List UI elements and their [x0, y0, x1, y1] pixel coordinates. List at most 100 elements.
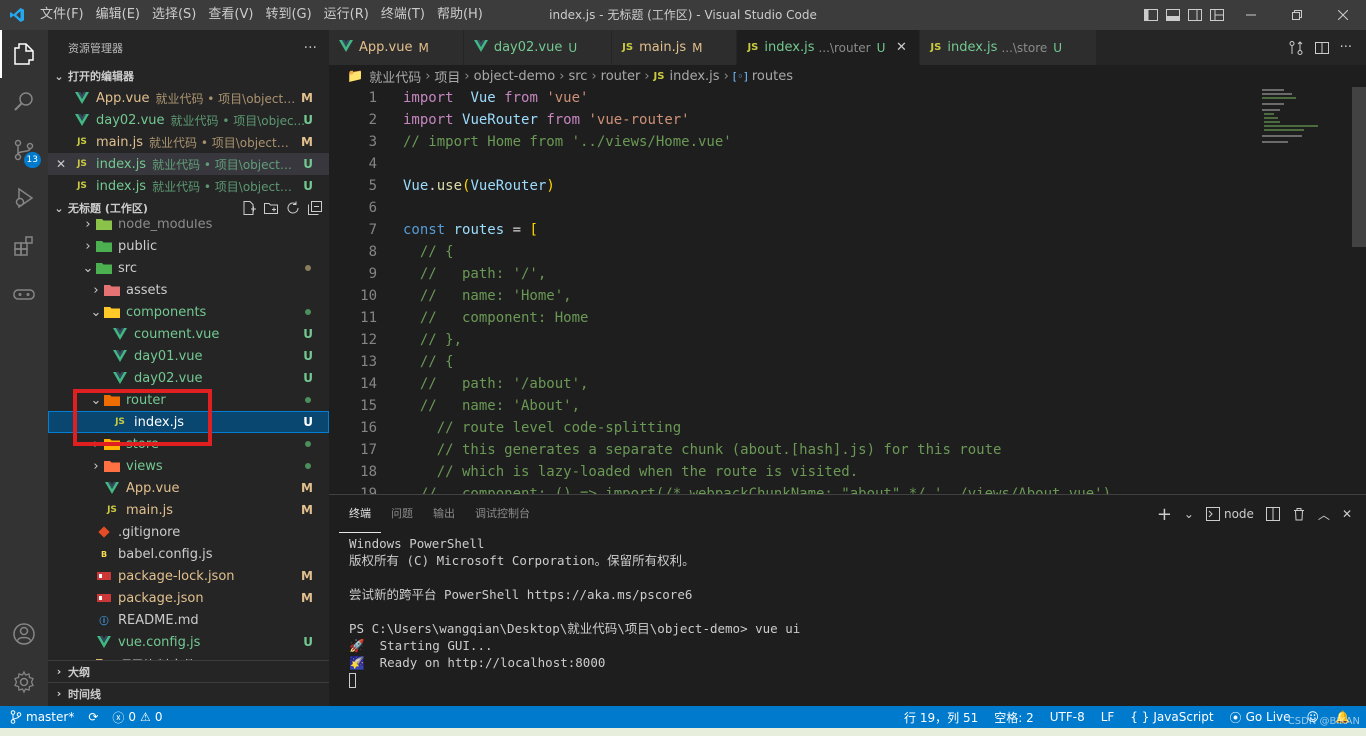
menu-run[interactable]: 运行(R): [318, 0, 375, 30]
code-line[interactable]: [403, 153, 1111, 175]
menu-selection[interactable]: 选择(S): [146, 0, 202, 30]
terminal-shell-selector[interactable]: node: [1205, 507, 1254, 521]
cursor-position[interactable]: 行 19，列 51: [904, 709, 978, 726]
tab-output[interactable]: 输出: [423, 495, 465, 533]
run-debug-icon[interactable]: [0, 174, 48, 222]
tree-folder[interactable]: › node_modules: [48, 219, 329, 235]
sync-icon[interactable]: ⟳: [88, 710, 98, 724]
tree-file[interactable]: coument.vue U: [48, 323, 329, 345]
open-editor-item[interactable]: App.vue 就业代码 • 项目\object-... M: [48, 87, 329, 109]
more-actions-icon[interactable]: ···: [304, 40, 317, 56]
open-changes-icon[interactable]: [1288, 40, 1304, 56]
tree-folder[interactable]: ⌄ components: [48, 301, 329, 323]
tree-file[interactable]: ⓘ README.md: [48, 609, 329, 631]
breadcrumb-item[interactable]: 就业代码: [369, 67, 421, 86]
source-control-icon[interactable]: 13: [0, 126, 48, 174]
tree-folder[interactable]: › assets: [48, 279, 329, 301]
menu-file[interactable]: 文件(F): [34, 0, 90, 30]
editor-tab[interactable]: JS main.js M: [612, 30, 738, 65]
language-mode[interactable]: { } JavaScript: [1130, 710, 1213, 724]
extensions-icon[interactable]: [0, 222, 48, 270]
close-window-icon[interactable]: [1320, 0, 1366, 30]
kill-terminal-trash-icon[interactable]: [1292, 507, 1306, 521]
tree-folder[interactable]: ⌄ src: [48, 257, 329, 279]
code-line[interactable]: Vue.use(VueRouter): [403, 175, 1111, 197]
code-line[interactable]: // {: [403, 241, 1111, 263]
tab-terminal[interactable]: 终端: [339, 495, 381, 533]
editor-tab[interactable]: JS index.js ...\router U ✕: [737, 30, 921, 65]
code-line[interactable]: // route level code-splitting: [403, 417, 1111, 439]
go-live-button[interactable]: ⦿ Go Live: [1230, 709, 1291, 726]
encoding[interactable]: UTF-8: [1050, 710, 1085, 724]
tree-folder[interactable]: ›项目资料文件: [48, 653, 329, 660]
minimap[interactable]: [1262, 87, 1352, 147]
code-line[interactable]: import VueRouter from 'vue-router': [403, 109, 1111, 131]
tree-folder[interactable]: ⌄ router: [48, 389, 329, 411]
code-line[interactable]: [403, 197, 1111, 219]
editor-tab[interactable]: day02.vue U: [463, 30, 613, 65]
code-line[interactable]: // import Home from '../views/Home.vue': [403, 131, 1111, 153]
open-editor-item[interactable]: day02.vue 就业代码 • 项目\objec... U: [48, 109, 329, 131]
search-icon[interactable]: [0, 78, 48, 126]
menu-terminal[interactable]: 终端(T): [375, 0, 431, 30]
toggle-secondary-sidebar-icon[interactable]: [1184, 0, 1206, 30]
remote-explorer-icon[interactable]: [0, 270, 48, 318]
editor-tab[interactable]: JS index.js ...\store U: [920, 30, 1098, 65]
code-line[interactable]: // {: [403, 351, 1111, 373]
breadcrumb-item[interactable]: index.js: [669, 69, 719, 84]
open-editor-item[interactable]: JS main.js 就业代码 • 项目\object-d... M: [48, 131, 329, 153]
close-tab-icon[interactable]: ✕: [893, 40, 909, 55]
toggle-panel-icon[interactable]: [1162, 0, 1184, 30]
refresh-icon[interactable]: [285, 200, 301, 216]
branch-status[interactable]: master*: [10, 710, 74, 724]
menu-go[interactable]: 转到(G): [259, 0, 317, 30]
breadcrumb-item[interactable]: router: [601, 69, 641, 84]
tab-problems[interactable]: 问题: [381, 495, 423, 533]
tab-debug-console[interactable]: 调试控制台: [465, 495, 540, 533]
open-editor-item[interactable]: JS index.js 就业代码 • 项目\object-d... U: [48, 175, 329, 197]
outline-header[interactable]: › 大纲: [48, 660, 329, 682]
code-line[interactable]: // name: 'Home',: [403, 285, 1111, 307]
chevron-down-icon[interactable]: ⌄: [1184, 507, 1194, 521]
breadcrumb-item[interactable]: routes: [752, 69, 793, 84]
explorer-icon[interactable]: [0, 30, 48, 78]
breadcrumb-item[interactable]: src: [568, 69, 587, 84]
menu-edit[interactable]: 编辑(E): [90, 0, 146, 30]
new-folder-icon[interactable]: [263, 200, 279, 216]
open-editors-header[interactable]: ⌄ 打开的编辑器: [48, 65, 329, 87]
breadcrumb-item[interactable]: object-demo: [474, 69, 556, 84]
code-line[interactable]: const routes = [: [403, 219, 1111, 241]
settings-gear-icon[interactable]: [0, 658, 48, 706]
code-line[interactable]: // path: '/about',: [403, 373, 1111, 395]
new-file-icon[interactable]: [241, 200, 257, 216]
editor-tab[interactable]: App.vue M: [329, 30, 464, 65]
code-line[interactable]: // this generates a separate chunk (abou…: [403, 439, 1111, 461]
close-icon[interactable]: ✕: [56, 157, 66, 171]
code-line[interactable]: // path: '/',: [403, 263, 1111, 285]
problems-status[interactable]: ⓧ 0 ⚠ 0: [112, 709, 162, 726]
menu-view[interactable]: 查看(V): [202, 0, 259, 30]
tree-file[interactable]: package.json M: [48, 587, 329, 609]
open-editor-item[interactable]: ✕ JS index.js 就业代码 • 项目\object-d... U: [48, 153, 329, 175]
code-line[interactable]: // component: () => import(/* webpackChu…: [403, 483, 1111, 494]
tree-file[interactable]: day01.vue U: [48, 345, 329, 367]
maximize-panel-icon[interactable]: ︿: [1318, 506, 1330, 523]
tree-folder[interactable]: › views: [48, 455, 329, 477]
end-of-line[interactable]: LF: [1101, 710, 1115, 724]
code-line[interactable]: // },: [403, 329, 1111, 351]
code-line[interactable]: // which is lazy-loaded when the route i…: [403, 461, 1111, 483]
tree-file[interactable]: .gitignore: [48, 521, 329, 543]
tree-file[interactable]: package-lock.json M: [48, 565, 329, 587]
customize-layout-icon[interactable]: [1206, 0, 1228, 30]
restore-icon[interactable]: [1274, 0, 1320, 30]
workspace-header[interactable]: ⌄ 无标题 (工作区): [48, 197, 329, 219]
tree-file[interactable]: JS main.js M: [48, 499, 329, 521]
code-area[interactable]: import Vue from 'vue' import VueRouter fr…: [403, 87, 1111, 494]
toggle-sidebar-icon[interactable]: [1140, 0, 1162, 30]
code-line[interactable]: // name: 'About',: [403, 395, 1111, 417]
split-terminal-icon[interactable]: [1265, 507, 1280, 521]
tree-file[interactable]: JS index.js U: [48, 411, 329, 433]
close-panel-icon[interactable]: ✕: [1342, 507, 1352, 521]
collapse-all-icon[interactable]: [307, 200, 323, 216]
tree-folder[interactable]: › store: [48, 433, 329, 455]
